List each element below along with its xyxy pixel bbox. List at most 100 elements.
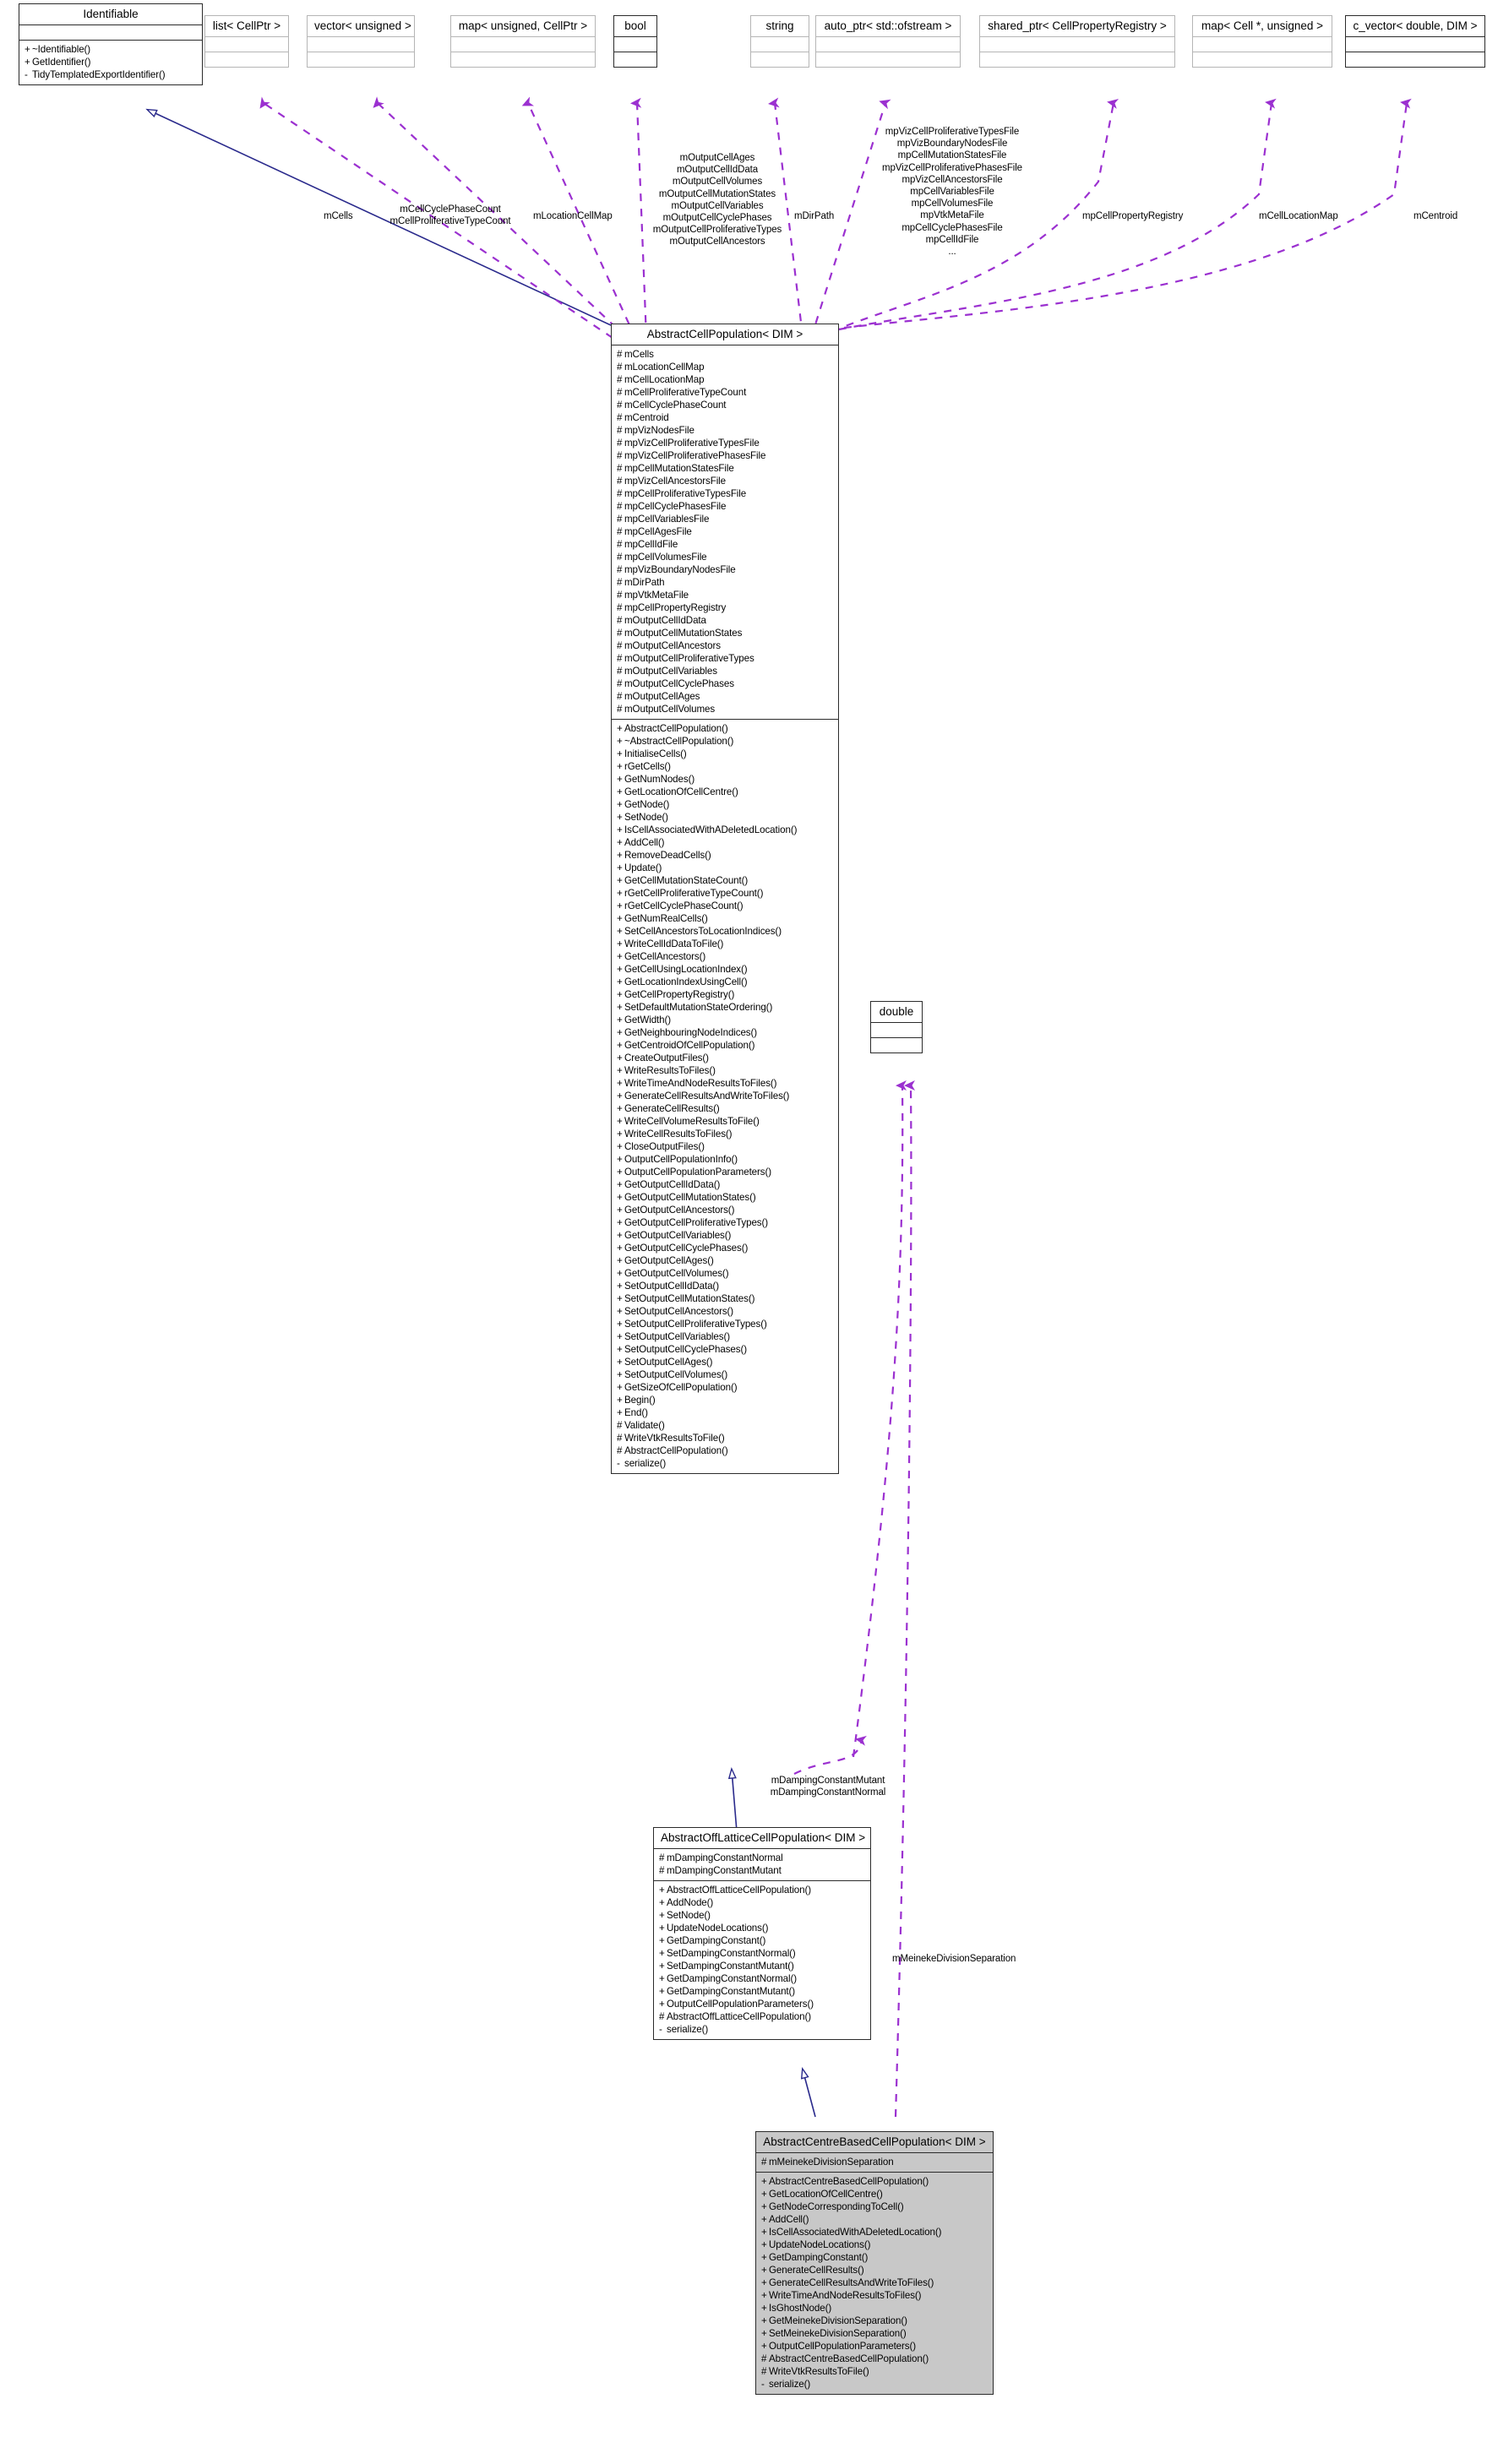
class-member-row: + GetOutputCellVolumes() (617, 1267, 833, 1280)
class-member-row: + SetDampingConstantNormal() (659, 1947, 865, 1960)
class-methods (1346, 52, 1484, 67)
class-member-row: # AbstractCellPopulation() (617, 1444, 833, 1457)
visibility-marker: + (617, 964, 623, 975)
class-box-list-cellptr[interactable]: list< CellPtr > (204, 15, 289, 68)
class-member-row: + GetMeinekeDivisionSeparation() (761, 2314, 988, 2327)
class-member-name: ~AbstractCellPopulation() (624, 736, 734, 747)
class-member-row: + GetDampingConstantNormal() (659, 1972, 865, 1985)
class-member-row: + rGetCellProliferativeTypeCount() (617, 887, 833, 900)
class-title: double (879, 1005, 914, 1018)
class-member-row: + InitialiseCells() (617, 748, 833, 760)
class-member-row: # mDampingConstantMutant (659, 1864, 865, 1877)
visibility-marker: + (617, 1382, 623, 1393)
class-member-row: + SetOutputCellAncestors() (617, 1305, 833, 1318)
edge-label-mcentroid: mCentroid (1413, 210, 1457, 222)
class-member-name: mLocationCellMap (624, 362, 705, 373)
class-member-name: OutputCellPopulationInfo() (624, 1154, 738, 1165)
visibility-marker: + (617, 1255, 623, 1266)
class-title: map< unsigned, CellPtr > (458, 19, 588, 32)
class-title: list< CellPtr > (212, 19, 281, 32)
class-box-string[interactable]: string (750, 15, 809, 68)
class-member-name: GetNeighbouringNodeIndices() (624, 1027, 758, 1038)
class-box-auto-ptr-ofstream[interactable]: auto_ptr< std::ofstream > (815, 15, 961, 68)
class-box-abstract-cell-population[interactable]: AbstractCellPopulation< DIM > # mCells # mL… (611, 324, 839, 1474)
class-member-name: GetWidth() (624, 1014, 672, 1025)
visibility-marker: + (617, 786, 623, 797)
class-member-row: + End() (617, 1406, 833, 1419)
class-member-row: # mOutputCellCyclePhases (617, 677, 833, 690)
class-box-identifiable[interactable]: Identifiable + ~Identifiable() + GetIdentif… (19, 3, 203, 85)
class-box-bool[interactable]: bool (613, 15, 657, 68)
class-box-double[interactable]: double (870, 1001, 923, 1053)
edge-label-file-group: mpVizCellProliferativeTypesFile mpVizBoun… (882, 126, 1022, 258)
class-attributes (614, 37, 656, 52)
class-member-name: rGetCellCyclePhaseCount() (624, 900, 744, 911)
visibility-marker: # (617, 564, 623, 575)
class-member-row: + OutputCellPopulationInfo() (617, 1153, 833, 1166)
class-member-name: mpCellVariablesFile (624, 514, 710, 525)
class-member-name: GetCellPropertyRegistry() (624, 989, 735, 1000)
class-member-row: # mOutputCellAges (617, 690, 833, 703)
visibility-marker: # (617, 552, 623, 563)
visibility-marker: + (617, 1065, 623, 1076)
class-box-abstract-centre-based-cell-population[interactable]: AbstractCentreBasedCellPopulation< DIM >… (755, 2131, 994, 2395)
class-member-row: - serialize() (617, 1457, 833, 1470)
edge-label-line: mOutputCellProliferativeTypes (652, 225, 782, 236)
class-box-map-unsigned-cellptr[interactable]: map< unsigned, CellPtr > (450, 15, 596, 68)
class-box-map-cell-unsigned[interactable]: map< Cell *, unsigned > (1192, 15, 1332, 68)
class-member-row: + GetNode() (617, 798, 833, 811)
class-member-name: GetCentroidOfCellPopulation() (624, 1040, 755, 1051)
edge-label-line: mCells (324, 211, 353, 221)
edge-label-line: mpVtkMetaFile (920, 210, 984, 221)
edge-label-line: mpCellCyclePhasesFile (901, 222, 1003, 233)
visibility-marker: - (659, 2024, 662, 2035)
visibility-marker: + (761, 2239, 767, 2250)
class-member-row: + GetLocationIndexUsingCell() (617, 976, 833, 988)
class-title: auto_ptr< std::ofstream > (824, 19, 952, 32)
class-member-row: + ~Identifiable() (25, 43, 197, 56)
edge-label-line: mDampingConstantNormal (770, 1787, 886, 1798)
visibility-marker: + (761, 2265, 767, 2276)
class-member-name: GetOutputCellVariables() (624, 1230, 732, 1241)
edge-label-line: mpVizBoundaryNodesFile (896, 139, 1008, 150)
edge-label-mlocationcellmap: mLocationCellMap (533, 210, 613, 222)
visibility-marker: # (617, 463, 623, 474)
visibility-marker: + (617, 989, 623, 1000)
class-methods (751, 52, 809, 67)
visibility-marker: + (617, 723, 623, 734)
visibility-marker: + (617, 875, 623, 886)
class-member-row: + IsGhostNode() (761, 2302, 988, 2314)
class-member-name: rGetCells() (624, 761, 671, 772)
edge-label-line: mOutputCellCyclePhases (662, 213, 772, 224)
class-member-name: serialize() (769, 2379, 811, 2390)
class-member-row: + SetNode() (617, 811, 833, 824)
visibility-marker: + (761, 2252, 767, 2263)
class-member-name: mpVizCellProliferativeTypesFile (624, 438, 760, 449)
class-member-row: # mOutputCellProliferativeTypes (617, 652, 833, 665)
class-member-name: IsCellAssociatedWithADeletedLocation() (624, 824, 798, 835)
class-member-name: mOutputCellCyclePhases (624, 678, 734, 689)
class-member-row: + GetCellUsingLocationIndex() (617, 963, 833, 976)
visibility-marker: + (761, 2277, 767, 2288)
class-methods (614, 52, 656, 67)
visibility-marker: + (617, 736, 623, 747)
edge-label-cell-cycle-phase-count: mCellCyclePhaseCount mCellProliferativeTy… (389, 204, 510, 227)
class-member-row: + SetOutputCellMutationStates() (617, 1292, 833, 1305)
class-member-row: + Begin() (617, 1394, 833, 1406)
class-member-name: SetNode() (667, 1910, 711, 1921)
class-box-vector-unsigned[interactable]: vector< unsigned > (307, 15, 415, 68)
class-box-abstract-off-lattice-cell-population[interactable]: AbstractOffLatticeCellPopulation< DIM > … (653, 1827, 871, 2040)
visibility-marker: # (617, 450, 623, 461)
edge-label-line: mpVizCellProliferativePhasesFile (882, 162, 1022, 173)
visibility-marker: # (659, 1865, 665, 1876)
visibility-marker: + (617, 951, 623, 962)
class-title: bool (624, 19, 646, 32)
class-box-c-vector-double-dim[interactable]: c_vector< double, DIM > (1345, 15, 1485, 68)
class-member-name: WriteVtkResultsToFile() (624, 1433, 725, 1444)
visibility-marker: + (617, 774, 623, 785)
visibility-marker: + (659, 1999, 665, 2010)
class-member-row: + GetOutputCellAncestors() (617, 1204, 833, 1216)
class-member-row: + SetNode() (659, 1909, 865, 1922)
class-title: vector< unsigned > (314, 19, 411, 32)
class-box-shared-ptr-cellpropertyregistry[interactable]: shared_ptr< CellPropertyRegistry > (979, 15, 1175, 68)
